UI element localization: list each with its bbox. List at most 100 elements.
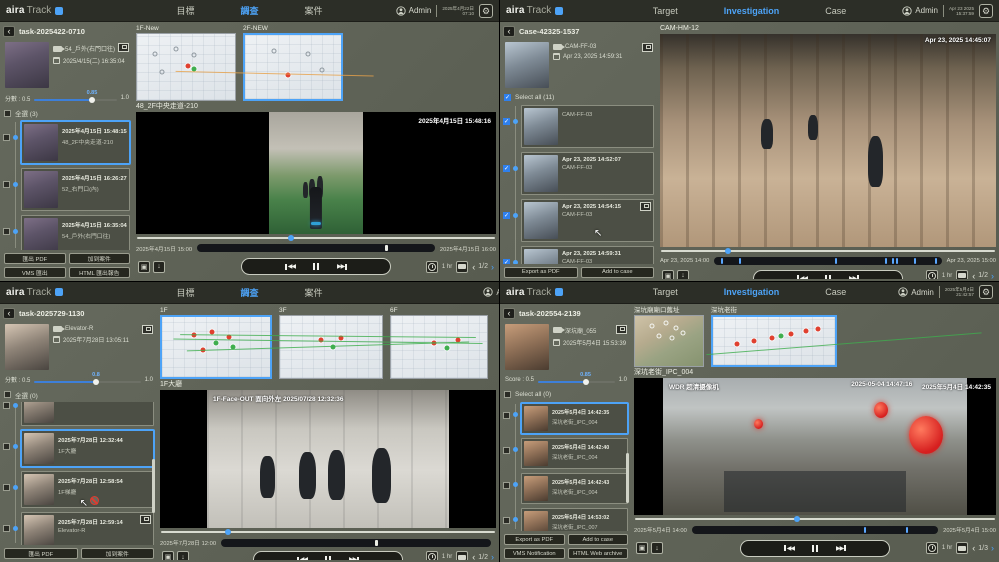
list-item[interactable]: 2025年4月15日 16:35:0454_戶外(右門口往) (3, 215, 130, 250)
item-checkbox[interactable] (3, 228, 10, 235)
sidebar-button-2[interactable]: VMS Notification (504, 548, 565, 559)
result-card[interactable]: 2025年7月28日 12:32:441F大廳 (21, 430, 154, 467)
previous-button[interactable]: ◀◀ (297, 556, 307, 560)
expand-icon[interactable] (118, 43, 129, 52)
nav-item-1[interactable]: 調查 (240, 286, 258, 299)
page-prev-icon[interactable]: ‹ (972, 271, 975, 279)
list-item[interactable]: 2025年4月15日 16:26:2752_右門口(內) (3, 168, 130, 211)
admin-menu[interactable]: Admin (902, 6, 938, 16)
sidebar-button-1[interactable]: Add to case (568, 534, 629, 545)
settings-gear-icon[interactable]: ⚙ (979, 285, 993, 299)
expand-icon[interactable] (142, 325, 153, 334)
previous-button[interactable]: ◀◀ (797, 275, 807, 279)
next-button[interactable]: ▶▶ (836, 545, 846, 552)
floor-map-canvas[interactable] (634, 315, 704, 367)
snapshot-icon[interactable]: ▣ (662, 270, 674, 279)
list-scrollbar[interactable] (626, 453, 629, 502)
result-card[interactable]: 2025年7月28日 12:58:541F梯廳↖ (21, 471, 154, 508)
nav-item-2[interactable]: 案件 (305, 4, 323, 17)
page-next-icon[interactable]: › (991, 271, 994, 279)
download-icon[interactable]: ↓ (677, 270, 689, 279)
page-next-icon[interactable]: › (491, 552, 494, 560)
settings-gear-icon[interactable]: ⚙ (479, 4, 493, 18)
floor-map-canvas[interactable] (390, 315, 488, 379)
pause-button[interactable] (325, 556, 331, 560)
item-checkbox[interactable]: ✓ (503, 165, 510, 172)
next-button[interactable]: ▶▶ (349, 556, 359, 560)
video-player[interactable]: Apr 23, 2025 14:45:07 (660, 34, 996, 247)
interval-clock-icon[interactable] (426, 261, 438, 273)
scrubber-handle[interactable] (725, 248, 731, 254)
list-item[interactable]: 2025年4月15日 15:48:1548_2F中央走道-210 (3, 121, 130, 164)
sidebar-button-3[interactable]: HTML 匯出報告 (69, 267, 131, 278)
video-player[interactable]: 1F-Face-OUT 面向外左 2025/07/28 12:32:36 (160, 390, 496, 529)
floor-map[interactable]: 1F (160, 306, 272, 379)
sidebar-button-1[interactable]: 加到案件 (81, 548, 155, 559)
item-checkbox[interactable] (3, 443, 10, 450)
expand-icon[interactable] (640, 202, 651, 211)
select-all-checkbox[interactable] (4, 391, 11, 398)
score-slider[interactable]: 0.85 (34, 91, 116, 105)
item-checkbox[interactable] (3, 402, 10, 409)
interval-clock-icon[interactable] (426, 551, 438, 560)
list-item[interactable]: ✓ Apr 23, 2025 14:54:15CAM-FF-03↖ (503, 199, 654, 242)
page-prev-icon[interactable]: ‹ (472, 262, 475, 272)
timeline-playhead[interactable] (385, 245, 388, 251)
next-button[interactable]: ▶▶ (849, 275, 859, 279)
settings-gear-icon[interactable]: ⚙ (979, 4, 993, 18)
sidebar-button-2[interactable]: VMS 匯出 (4, 267, 66, 278)
page-next-icon[interactable]: › (491, 262, 494, 272)
result-card[interactable]: Apr 23, 2025 14:54:15CAM-FF-03↖ (521, 199, 654, 242)
admin-menu[interactable]: Admin (483, 287, 499, 297)
expand-icon[interactable] (140, 515, 151, 524)
list-item[interactable] (3, 402, 154, 426)
list-item[interactable]: ✓CAM-FF-03 (503, 105, 654, 148)
snapshot-icon[interactable]: ▣ (138, 261, 150, 273)
slider-thumb[interactable] (89, 97, 95, 103)
score-slider[interactable]: 0.8 (34, 373, 140, 387)
scrubber-handle[interactable] (288, 235, 294, 241)
list-item[interactable]: ✓Apr 23, 2025 14:59:31CAM-FF-03 (503, 246, 654, 264)
page-next-icon[interactable]: › (991, 543, 994, 553)
item-checkbox[interactable]: ✓ (503, 118, 510, 125)
item-checkbox[interactable] (3, 484, 10, 491)
video-player[interactable]: 2025年4月15日 15:48:16 (136, 112, 496, 234)
sidebar-button-0[interactable]: 匯出 PDF (4, 548, 78, 559)
previous-button[interactable]: ◀◀ (784, 545, 794, 552)
camera-view-icon[interactable] (956, 270, 968, 279)
sidebar-button-3[interactable]: HTML Web archive (568, 548, 629, 559)
item-checkbox[interactable] (503, 517, 510, 524)
slider-thumb[interactable] (93, 379, 99, 385)
camera-view-icon[interactable] (456, 261, 468, 273)
back-button[interactable]: ‹ (503, 308, 515, 319)
timeline-bar[interactable] (221, 539, 491, 547)
admin-menu[interactable]: Admin (396, 6, 432, 16)
scrubber-handle[interactable] (225, 529, 231, 535)
select-all-checkbox[interactable] (504, 391, 511, 398)
nav-item-1[interactable]: Investigation (724, 287, 780, 297)
expand-icon[interactable] (642, 43, 653, 52)
floor-map[interactable]: 6F (390, 306, 488, 379)
result-card[interactable]: Apr 23, 2025 14:52:07CAM-FF-03 (521, 152, 654, 195)
snapshot-icon[interactable]: ▣ (162, 551, 174, 560)
item-checkbox[interactable] (3, 181, 10, 188)
result-card[interactable]: 2025年4月15日 16:35:0454_戶外(右門口往) (21, 215, 130, 250)
result-card[interactable]: Apr 23, 2025 14:59:31CAM-FF-03 (521, 246, 654, 264)
timeline-bar[interactable] (692, 526, 938, 534)
camera-view-icon[interactable] (456, 551, 468, 560)
item-checkbox[interactable] (3, 525, 10, 532)
nav-item-2[interactable]: Case (825, 287, 846, 297)
result-card[interactable]: 2025年5月4日 14:42:43深坑老街_IPC_004 (521, 473, 628, 504)
page-prev-icon[interactable]: ‹ (472, 552, 475, 560)
video-player[interactable]: WDR 超清摄像机2025-05-04 14:47:162025年5月4日 14… (634, 378, 996, 516)
floor-map-canvas[interactable] (279, 315, 383, 379)
sidebar-button-0[interactable]: Export as PDF (504, 534, 565, 545)
list-item[interactable]: 2025年5月4日 14:42:43深坑老街_IPC_004 (503, 473, 628, 504)
download-icon[interactable]: ↓ (177, 551, 189, 560)
item-checkbox[interactable]: ✓ (503, 212, 510, 219)
pause-button[interactable] (825, 275, 831, 279)
download-icon[interactable]: ↓ (153, 261, 165, 273)
item-checkbox[interactable] (3, 134, 10, 141)
back-button[interactable]: ‹ (3, 26, 15, 37)
item-checkbox[interactable] (503, 447, 510, 454)
